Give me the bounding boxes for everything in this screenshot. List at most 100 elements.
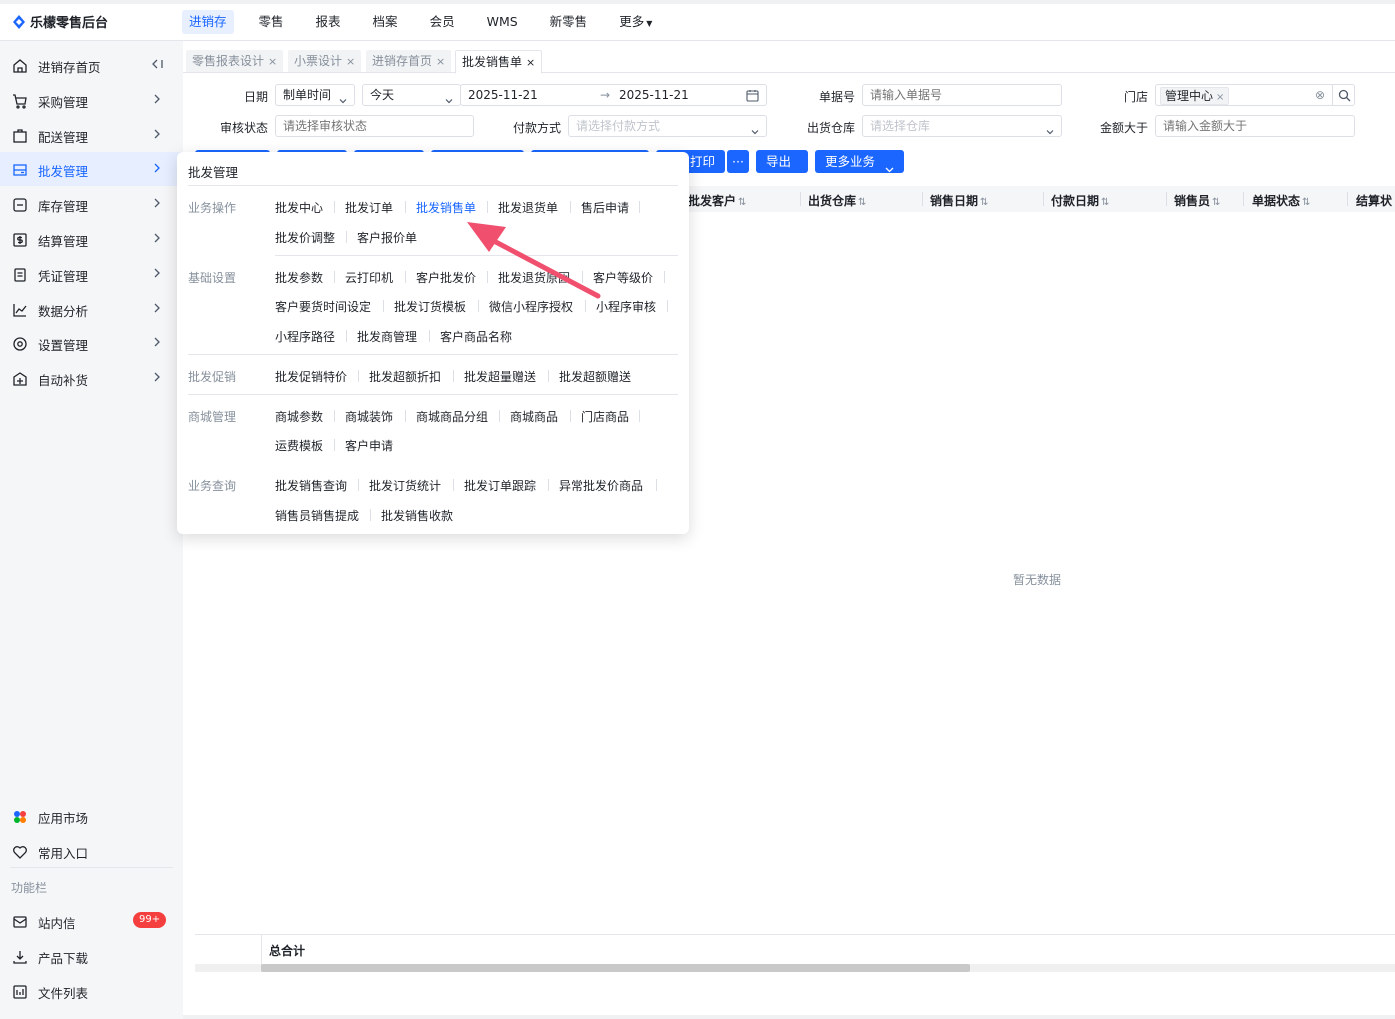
app-logo[interactable]: 乐檬零售后台 xyxy=(12,12,108,31)
sidebar-item-messages[interactable]: 站内信 99+ xyxy=(0,904,183,938)
menu-link-price-adjustment[interactable]: 批发价调整 xyxy=(275,229,335,246)
menu-link-cloud-printer[interactable]: 云打印机 xyxy=(345,269,393,286)
sidebar-item-stock[interactable]: 库存管理 xyxy=(0,187,183,221)
link-divider xyxy=(429,330,430,342)
window-edge xyxy=(0,0,1395,4)
sidebar-item-analytics[interactable]: 数据分析 xyxy=(0,292,183,326)
menu-link-salesperson-commission[interactable]: 销售员销售提成 xyxy=(275,507,359,524)
menu-link-wholesale-sales-order[interactable]: 批发销售单 xyxy=(410,196,482,219)
menu-link-sales-receipts[interactable]: 批发销售收款 xyxy=(381,507,453,524)
sidebar-item-wholesale[interactable]: 批发管理 xyxy=(0,152,183,186)
order-no-input[interactable] xyxy=(862,84,1062,106)
menu-link-customer-product-name[interactable]: 客户商品名称 xyxy=(440,328,512,345)
menu-section-queries: 业务查询 xyxy=(188,479,237,493)
export-button[interactable]: 导出 xyxy=(756,150,808,173)
menu-link-customer-application[interactable]: 客户申请 xyxy=(345,437,393,454)
menu-link-wholesale-params[interactable]: 批发参数 xyxy=(275,269,323,286)
store-select[interactable]: 管理中心 × ⊗ xyxy=(1155,84,1333,106)
menu-link-miniprogram-path[interactable]: 小程序路径 xyxy=(275,328,335,345)
store-search-button[interactable] xyxy=(1332,84,1355,106)
menu-link-mall-params[interactable]: 商城参数 xyxy=(275,408,323,425)
tab-retail-report-design[interactable]: 零售报表设计 × xyxy=(186,50,284,72)
menu-link-miniprogram-review[interactable]: 小程序审核 xyxy=(596,298,656,315)
topnav-item-inventory[interactable]: 进销存 xyxy=(182,10,234,34)
menu-link-order-tracking[interactable]: 批发订单跟踪 xyxy=(464,477,536,494)
menu-link-return-reason[interactable]: 批发退货原因 xyxy=(498,269,570,286)
sidebar-item-purchase[interactable]: 采购管理 xyxy=(0,83,183,117)
more-business-button[interactable]: 更多业务 xyxy=(815,150,904,173)
menu-link-customer-tier-price[interactable]: 客户等级价 xyxy=(593,269,653,286)
tab-wholesale-sales-order[interactable]: 批发销售单 × xyxy=(455,50,543,74)
tab-receipt-design[interactable]: 小票设计 × xyxy=(288,50,362,72)
col-settlement-status[interactable]: 结算状 xyxy=(1356,192,1392,209)
collapse-sidebar-icon[interactable] xyxy=(150,57,164,71)
topnav-item-retail[interactable]: 零售 xyxy=(252,10,291,34)
menu-link-delivery-time[interactable]: 客户要货时间设定 xyxy=(275,298,371,315)
warehouse-select[interactable]: 请选择仓库 xyxy=(862,115,1062,137)
scrollbar-thumb[interactable] xyxy=(261,964,970,972)
sidebar-item-voucher[interactable]: 凭证管理 xyxy=(0,257,183,291)
sidebar-item-downloads[interactable]: 产品下载 xyxy=(0,939,183,973)
topnav-item-members[interactable]: 会员 xyxy=(423,10,462,34)
close-icon[interactable]: × xyxy=(268,55,277,68)
sidebar-item-file-list[interactable]: 文件列表 xyxy=(0,974,183,1008)
menu-link-wholesale-return[interactable]: 批发退货单 xyxy=(498,199,558,216)
tag-close-icon[interactable]: × xyxy=(1216,92,1224,103)
menu-link-mall-product-group[interactable]: 商城商品分组 xyxy=(416,408,488,425)
date-range-select[interactable]: 今天 xyxy=(362,84,461,106)
col-salesperson[interactable]: 销售员 ⇅ xyxy=(1174,192,1220,209)
sidebar-item-home[interactable]: 进销存首页 xyxy=(0,48,183,82)
menu-link-over-quantity-gift[interactable]: 批发超量赠送 xyxy=(464,368,536,385)
sidebar-item-favorites[interactable]: 常用入口 xyxy=(0,834,183,868)
menu-link-over-amount-discount[interactable]: 批发超额折扣 xyxy=(369,368,441,385)
date-range-value: 今天 xyxy=(370,88,395,102)
close-icon[interactable]: × xyxy=(436,55,445,68)
sidebar-item-auto-replenish[interactable]: 自动补货 xyxy=(0,361,183,395)
menu-link-order-statistics[interactable]: 批发订货统计 xyxy=(369,477,441,494)
menu-link-order-template[interactable]: 批发订货模板 xyxy=(394,298,466,315)
date-type-select[interactable]: 制单时间 xyxy=(275,84,355,106)
menu-link-wholesaler-management[interactable]: 批发商管理 xyxy=(357,328,417,345)
col-document-status[interactable]: 单据状态 ⇅ xyxy=(1252,192,1310,209)
audit-status-select[interactable] xyxy=(275,115,474,137)
close-icon[interactable]: × xyxy=(526,56,535,69)
menu-link-after-sales[interactable]: 售后申请 xyxy=(581,199,629,216)
topnav-item-wms[interactable]: WMS xyxy=(480,10,525,34)
col-sale-date[interactable]: 销售日期 ⇅ xyxy=(930,192,988,209)
col-wholesale-customer[interactable]: 批发客户 ⇅ xyxy=(688,192,746,209)
sidebar-item-distribution[interactable]: 配送管理 xyxy=(0,118,183,152)
menu-link-promo-price[interactable]: 批发促销特价 xyxy=(275,368,347,385)
topnav-item-archive[interactable]: 档案 xyxy=(366,10,405,34)
menu-link-wholesale-order[interactable]: 批发订单 xyxy=(345,199,393,216)
menu-link-shipping-template[interactable]: 运费模板 xyxy=(275,437,323,454)
menu-link-mall-decoration[interactable]: 商城装饰 xyxy=(345,408,393,425)
menu-link-mall-products[interactable]: 商城商品 xyxy=(510,408,558,425)
horizontal-scrollbar[interactable] xyxy=(195,964,1395,972)
menu-link-sales-query[interactable]: 批发销售查询 xyxy=(275,477,347,494)
print-more-button[interactable]: ··· xyxy=(727,150,749,173)
col-payment-date[interactable]: 付款日期 ⇅ xyxy=(1051,192,1109,209)
topnav-item-more[interactable]: 更多 ▼ xyxy=(612,10,659,34)
calendar-icon[interactable] xyxy=(746,88,759,105)
close-icon[interactable]: × xyxy=(346,55,355,68)
menu-link-wechat-auth[interactable]: 微信小程序授权 xyxy=(489,298,573,315)
menu-section-business-ops: 业务操作 xyxy=(188,201,237,215)
date-range-picker[interactable]: 2025-11-21 → 2025-11-21 xyxy=(460,84,767,106)
menu-link-abnormal-price-products[interactable]: 异常批发价商品 xyxy=(559,477,643,494)
sidebar-item-app-market[interactable]: 应用市场 xyxy=(0,799,183,833)
sidebar-item-settings[interactable]: 设置管理 xyxy=(0,326,183,360)
topnav-item-reports[interactable]: 报表 xyxy=(309,10,348,34)
menu-link-customer-quote[interactable]: 客户报价单 xyxy=(357,229,417,246)
payment-method-select[interactable]: 请选择付款方式 xyxy=(568,115,767,137)
tab-inventory-home[interactable]: 进销存首页 × xyxy=(366,50,452,72)
menu-link-wholesale-center[interactable]: 批发中心 xyxy=(275,199,323,216)
menu-link-customer-wholesale-price[interactable]: 客户批发价 xyxy=(416,269,476,286)
topnav-item-new-retail[interactable]: 新零售 xyxy=(543,10,595,34)
col-outbound-warehouse[interactable]: 出货仓库 ⇅ xyxy=(808,192,866,209)
menu-link-over-amount-gift[interactable]: 批发超额赠送 xyxy=(559,368,631,385)
menu-link-store-products[interactable]: 门店商品 xyxy=(581,408,629,425)
clear-icon[interactable]: ⊗ xyxy=(1315,85,1325,105)
amount-greater-input[interactable] xyxy=(1155,115,1355,137)
sidebar-item-settlement[interactable]: 结算管理 xyxy=(0,222,183,256)
chevron-right-icon xyxy=(150,231,164,245)
